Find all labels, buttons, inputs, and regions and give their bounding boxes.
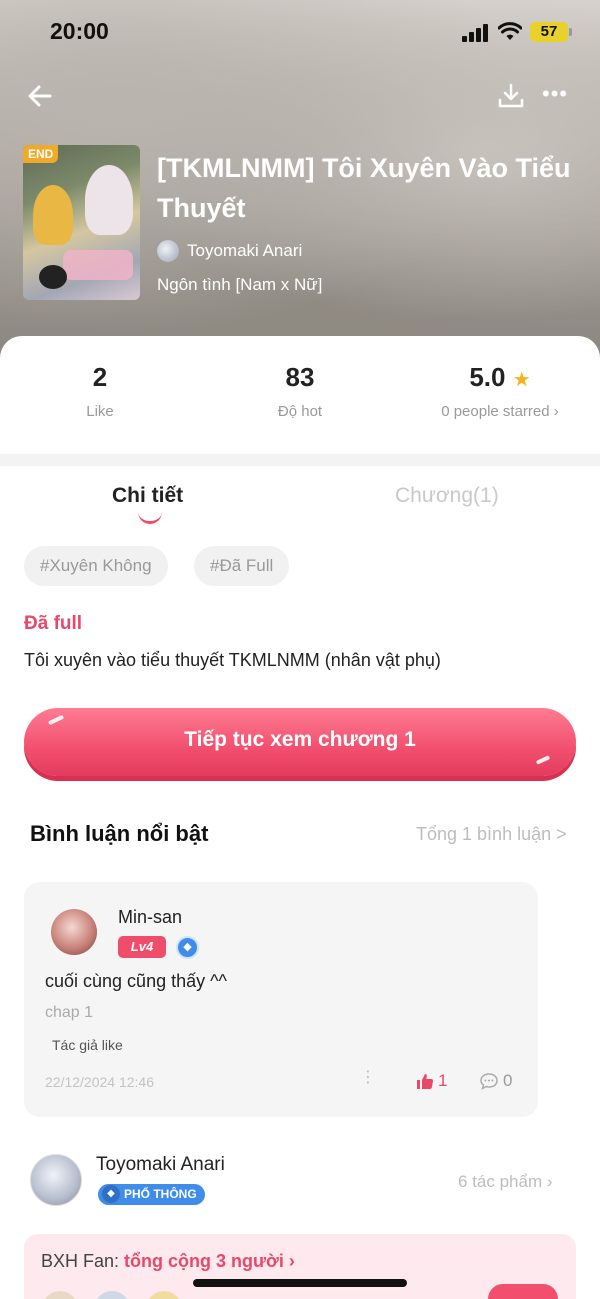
fan-ranking-button[interactable] — [488, 1284, 558, 1299]
comment-bubble-icon — [480, 1073, 498, 1090]
book-genre: Ngôn tình [Nam x Nữ] — [157, 275, 323, 294]
author-avatar-small — [157, 240, 179, 262]
avatar[interactable] — [51, 909, 97, 955]
like-button[interactable]: 1 — [416, 1071, 447, 1091]
book-title: [TKMLNMM] Tôi Xuyên Vào Tiểu Thuyết — [157, 153, 571, 223]
author-works-link[interactable]: 6 tác phẩm › — [458, 1172, 553, 1192]
cellular-signal-icon — [462, 24, 490, 42]
cover-character-left — [33, 185, 73, 245]
reply-count: 0 — [503, 1071, 513, 1090]
like-count: 2 — [92, 362, 108, 392]
book-author[interactable]: Toyomaki Anari — [157, 238, 302, 264]
continue-reading-button[interactable]: Tiếp tục xem chương 1 — [24, 708, 576, 776]
stat-like: 2 Like — [50, 362, 150, 420]
like-label: Like — [86, 403, 114, 420]
comment-chapter: chap 1 — [45, 1004, 94, 1021]
fan-avatar — [146, 1291, 182, 1299]
fan-ranking-count[interactable]: tổng cộng 3 người › — [124, 1251, 295, 1271]
wifi-icon — [498, 22, 522, 40]
comment-card[interactable]: Min-san Lv4 ◆ cuối cùng cũng thấy ^^ cha… — [24, 882, 538, 1117]
rating-label: 0 people starred › — [441, 403, 559, 420]
tab-chapters[interactable]: Chương(1) — [395, 484, 499, 508]
star-icon: ★ — [512, 369, 531, 391]
section-divider — [0, 454, 600, 466]
comments-heading: Bình luận nổi bật — [30, 821, 209, 846]
membership-badge-icon: ◆ — [176, 936, 199, 959]
more-options-icon[interactable]: ••• — [542, 83, 576, 108]
level-badge: Lv4 — [118, 936, 166, 958]
fan-ranking-prefix: BXH Fan: — [41, 1251, 125, 1271]
reply-button[interactable]: 0 — [479, 1071, 512, 1091]
completion-status: Đã full — [24, 613, 83, 634]
stat-hot: 83 Độ hot — [250, 362, 350, 420]
stats-card: 2 Like 83 Độ hot 5.0 ★ 0 people starred … — [0, 336, 600, 454]
thumbs-up-icon — [417, 1074, 434, 1089]
author-profile-row[interactable]: Toyomaki Anari PHỔ THÔNG 6 tác phẩm › — [0, 1150, 600, 1214]
stat-rating[interactable]: 5.0 ★ 0 people starred › — [420, 362, 580, 420]
hot-count: 83 — [285, 362, 315, 392]
battery-indicator: 57 — [530, 22, 572, 42]
fan-ranking-card[interactable]: BXH Fan: tổng cộng 3 người › — [24, 1234, 576, 1299]
tab-detail[interactable]: Chi tiết — [112, 484, 183, 508]
tag-chip[interactable]: #Đã Full — [194, 546, 290, 586]
speech-bubble-icon — [39, 265, 67, 289]
comment-user-name[interactable]: Min-san — [118, 907, 182, 928]
book-cover[interactable]: END — [23, 145, 140, 300]
clock: 20:00 — [50, 18, 109, 44]
cover-character-right — [85, 165, 133, 235]
fan-avatar — [94, 1291, 130, 1299]
comment-menu-icon[interactable]: ⋮ — [360, 1070, 376, 1086]
tab-active-indicator — [138, 512, 162, 524]
tag-chip[interactable]: #Xuyên Không — [24, 546, 168, 586]
back-arrow-icon[interactable] — [24, 80, 56, 112]
all-comments-link[interactable]: Tổng 1 bình luận > — [416, 824, 567, 845]
author-name: Toyomaki Anari — [187, 241, 303, 260]
author-profile-name[interactable]: Toyomaki Anari — [96, 1154, 225, 1176]
home-indicator — [193, 1279, 407, 1287]
like-count: 1 — [438, 1071, 448, 1090]
cover-title-art — [63, 250, 133, 280]
fan-ranking-label: BXH Fan: tổng cộng 3 người › — [41, 1251, 295, 1272]
author-liked-label: Tác giả like — [52, 1037, 123, 1053]
comment-text: cuối cùng cũng thấy ^^ — [45, 971, 228, 991]
avatar[interactable] — [30, 1154, 82, 1206]
hot-label: Độ hot — [277, 403, 323, 420]
book-description: Tôi xuyên vào tiểu thuyết TKMLNMM (nhân … — [24, 650, 441, 670]
comment-date: 22/12/2024 12:46 — [45, 1074, 154, 1090]
status-bar: 20:00 57 — [0, 0, 600, 66]
end-tag: END — [23, 145, 59, 163]
download-icon[interactable] — [497, 82, 525, 110]
rating-value: 5.0 — [469, 362, 506, 392]
fan-avatar — [42, 1291, 78, 1299]
author-tier-badge: PHỔ THÔNG — [98, 1184, 205, 1205]
